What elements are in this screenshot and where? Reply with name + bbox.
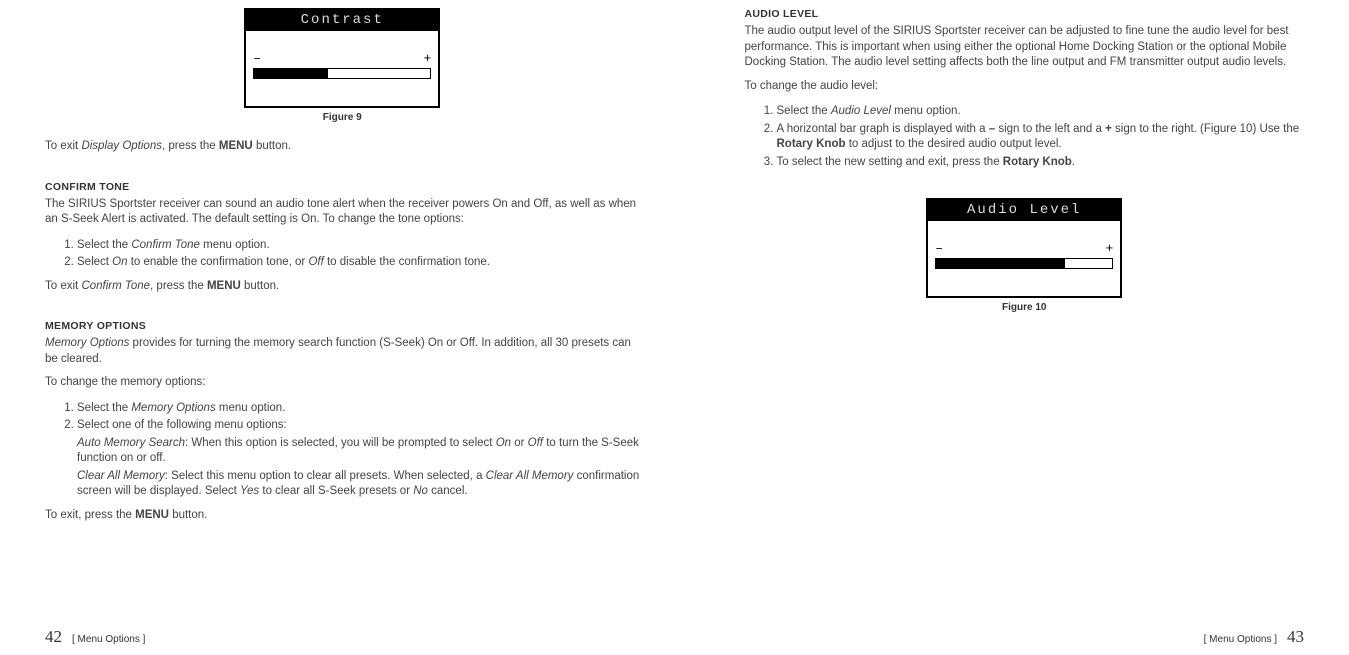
auto-memory-line: Auto Memory Search: When this option is … xyxy=(77,436,640,467)
lcd-bar-fill xyxy=(254,69,328,78)
lcd-signs-row: – + xyxy=(935,241,1113,256)
page-number: 43 xyxy=(1287,627,1304,647)
confirm-tone-heading: CONFIRM TONE xyxy=(45,181,640,193)
footer-section: [ Menu Options ] xyxy=(1204,634,1277,645)
list-item: Select the Memory Options menu option. xyxy=(77,401,640,417)
lcd-body: – + xyxy=(928,221,1120,269)
memory-options-steps: Select the Memory Options menu option. S… xyxy=(45,401,640,502)
lcd-figure-9: Contrast – + Figure 9 xyxy=(45,8,640,133)
plus-sign: + xyxy=(423,51,431,66)
plus-sign: + xyxy=(1105,241,1113,256)
footer-section: [ Menu Options ] xyxy=(72,634,145,645)
left-page: Contrast – + Figure 9 To exit Display Op… xyxy=(0,0,675,655)
lcd-bar-fill xyxy=(936,259,1064,268)
lcd-screen-contrast: Contrast – + xyxy=(244,8,440,108)
footer-right: [ Menu Options ] 43 xyxy=(1204,627,1304,647)
audio-level-steps: Select the Audio Level menu option. A ho… xyxy=(745,104,1305,172)
list-item: Select the Confirm Tone menu option. xyxy=(77,238,640,254)
list-item: Select On to enable the confirmation ton… xyxy=(77,255,640,271)
lcd-bar-track xyxy=(253,68,431,79)
lcd-signs-row: – + xyxy=(253,51,431,66)
lcd-screen-audio-level: Audio Level – + xyxy=(926,198,1122,298)
confirm-tone-intro: The SIRIUS Sportster receiver can sound … xyxy=(45,197,640,228)
confirm-tone-steps: Select the Confirm Tone menu option. Sel… xyxy=(45,238,640,273)
audio-level-lead: To change the audio level: xyxy=(745,79,1305,95)
page-number: 42 xyxy=(45,627,62,647)
audio-level-intro: The audio output level of the SIRIUS Spo… xyxy=(745,24,1305,71)
clear-memory-line: Clear All Memory: Select this menu optio… xyxy=(77,469,640,500)
figure-caption-10: Figure 10 xyxy=(745,302,1305,313)
minus-sign: – xyxy=(935,241,943,256)
memory-options-intro: Memory Options provides for turning the … xyxy=(45,336,640,367)
audio-level-heading: AUDIO LEVEL xyxy=(745,8,1305,20)
right-page: AUDIO LEVEL The audio output level of th… xyxy=(675,0,1349,655)
confirm-tone-exit: To exit Confirm Tone, press the MENU but… xyxy=(45,279,640,295)
minus-sign: – xyxy=(253,51,261,66)
lcd-body: – + xyxy=(246,31,438,79)
list-item: To select the new setting and exit, pres… xyxy=(777,155,1305,171)
memory-options-exit: To exit, press the MENU button. xyxy=(45,508,640,524)
memory-options-lead: To change the memory options: xyxy=(45,375,640,391)
list-item: Select one of the following menu options… xyxy=(77,418,640,500)
lcd-title: Audio Level xyxy=(928,200,1120,221)
lcd-title: Contrast xyxy=(246,10,438,31)
exit-display-line: To exit Display Options, press the MENU … xyxy=(45,139,640,155)
lcd-bar-track xyxy=(935,258,1113,269)
memory-options-heading: MEMORY OPTIONS xyxy=(45,320,640,332)
list-item: Select the Audio Level menu option. xyxy=(777,104,1305,120)
figure-caption-9: Figure 9 xyxy=(45,112,640,123)
footer-left: 42 [ Menu Options ] xyxy=(45,627,145,647)
page-spread: Contrast – + Figure 9 To exit Display Op… xyxy=(0,0,1349,655)
lcd-figure-10: Audio Level – + Figure 10 xyxy=(745,198,1305,323)
list-item: A horizontal bar graph is displayed with… xyxy=(777,122,1305,153)
